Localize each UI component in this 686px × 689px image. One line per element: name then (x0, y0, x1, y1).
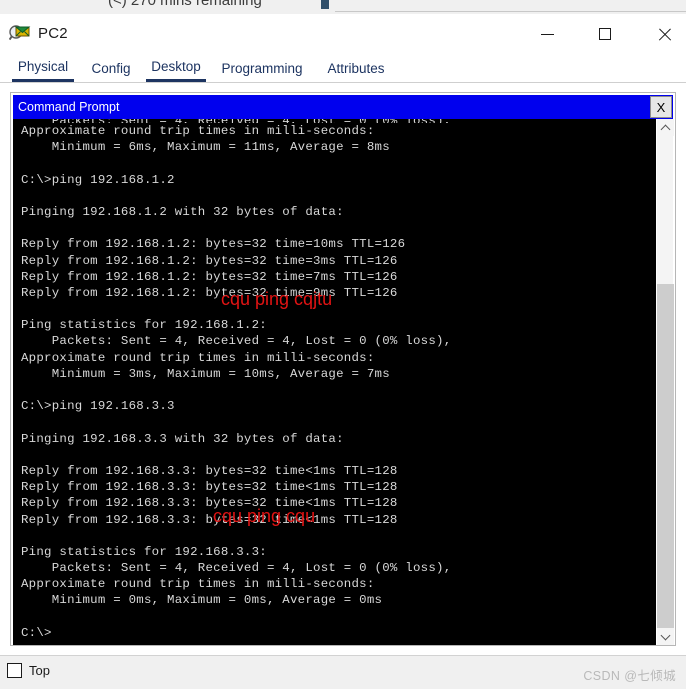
console-line: Pinging 192.168.1.2 with 32 bytes of dat… (21, 204, 344, 219)
console-line: Packets: Sent = 4, Received = 4, Lost = … (21, 334, 452, 349)
annotation-ping-cqu: cqu ping cqu (213, 506, 316, 526)
background-remaining-time-label: (<) 270 mins remaining (108, 0, 262, 9)
console-line: Approximate round trip times in milli-se… (21, 577, 375, 592)
console-line: Reply from 192.168.1.2: bytes=32 time=7m… (21, 269, 398, 284)
window-titlebar: PC2 (0, 14, 686, 54)
window-title: PC2 (38, 25, 68, 42)
console-line: C:\> (21, 625, 52, 640)
console-line: Ping statistics for 192.168.1.2: (21, 318, 267, 333)
maximize-icon (599, 28, 611, 40)
tab-programming-label: Programming (221, 60, 303, 76)
console-line: Reply from 192.168.3.3: bytes=32 time<1m… (21, 480, 398, 495)
close-button[interactable] (641, 14, 686, 54)
top-checkbox-label: Top (29, 663, 50, 678)
console-line: Pinging 192.168.3.3 with 32 bytes of dat… (21, 431, 344, 446)
command-prompt-window: Command Prompt X Packets: Sent = 4, Rece… (10, 92, 676, 646)
close-icon (657, 27, 672, 42)
command-prompt-close-label: X (656, 99, 666, 115)
console-line: Reply from 192.168.3.3: bytes=32 time<1m… (21, 512, 398, 527)
console-output[interactable]: Packets: Sent = 4, Received = 4, Lost = … (13, 119, 656, 645)
tab-desktop[interactable]: Desktop (146, 54, 206, 82)
console-area: Packets: Sent = 4, Received = 4, Lost = … (13, 119, 674, 645)
top-checkbox[interactable] (7, 663, 22, 678)
scrollbar-thumb[interactable] (657, 284, 674, 629)
console-line: Reply from 192.168.1.2: bytes=32 time=10… (21, 237, 406, 252)
tab-attributes-label: Attributes (327, 60, 385, 76)
window-bottom-bar: Top CSDN @七倾城 (0, 655, 686, 689)
tab-config-label: Config (91, 60, 131, 76)
console-line: Reply from 192.168.3.3: bytes=32 time<1m… (21, 463, 398, 478)
tab-attributes[interactable]: Attributes (320, 54, 392, 82)
chevron-up-icon (660, 124, 671, 134)
tab-config[interactable]: Config (86, 54, 136, 82)
console-line: Reply from 192.168.1.2: bytes=32 time=9m… (21, 285, 398, 300)
desktop-panel: Command Prompt X Packets: Sent = 4, Rece… (0, 82, 686, 655)
tab-physical[interactable]: Physical (12, 54, 74, 82)
console-line: Packets: Sent = 4, Received = 4, Lost = … (21, 561, 452, 576)
command-prompt-close-button[interactable]: X (650, 96, 672, 118)
console-line: Approximate round trip times in milli-se… (21, 350, 375, 365)
pc2-device-window: (<) 270 mins remaining PC2 Physical Conf… (0, 0, 686, 689)
minimize-button[interactable] (524, 14, 570, 54)
tab-programming[interactable]: Programming (212, 54, 312, 82)
scroll-up-button[interactable] (657, 119, 674, 136)
console-line: Reply from 192.168.1.2: bytes=32 time=3m… (21, 253, 398, 268)
console-line: Minimum = 3ms, Maximum = 10ms, Average =… (21, 366, 390, 381)
device-tab-bar: Physical Config Desktop Programming Attr… (0, 54, 686, 82)
background-progress-marker (321, 0, 329, 9)
chevron-down-icon (660, 630, 671, 640)
maximize-button[interactable] (582, 14, 628, 54)
minimize-icon (540, 33, 554, 35)
annotation-ping-cqjtu: cqu ping cqjtu (221, 289, 333, 309)
console-line: Approximate round trip times in milli-se… (21, 124, 375, 138)
packet-tracer-device-icon (8, 23, 31, 45)
console-line: Minimum = 6ms, Maximum = 11ms, Average =… (21, 140, 390, 155)
console-line: C:\>ping 192.168.3.3 (21, 399, 175, 414)
console-vertical-scrollbar[interactable] (656, 119, 674, 645)
watermark-text: CSDN @七倾城 (583, 669, 676, 683)
console-line: Reply from 192.168.3.3: bytes=32 time<1m… (21, 496, 398, 511)
tab-desktop-label: Desktop (151, 59, 201, 74)
top-checkbox-row[interactable]: Top (7, 663, 50, 678)
background-divider (335, 11, 686, 12)
tab-physical-label: Physical (17, 59, 69, 74)
console-line: C:\>ping 192.168.1.2 (21, 172, 175, 187)
scroll-down-button[interactable] (657, 628, 674, 645)
console-line: Ping statistics for 192.168.3.3: (21, 544, 267, 559)
command-prompt-titlebar: Command Prompt X (13, 95, 673, 119)
console-line: Minimum = 0ms, Maximum = 0ms, Average = … (21, 593, 383, 608)
command-prompt-title: Command Prompt (18, 100, 120, 114)
